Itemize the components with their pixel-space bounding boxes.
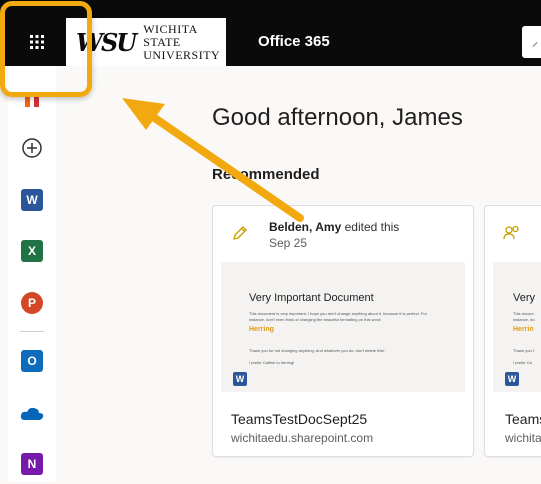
preview-line: instance, don't even think of changing t…	[249, 317, 382, 322]
recommended-card[interactable]: Belden, Amy edited this Sep 25 Very Impo…	[212, 205, 474, 457]
word-icon: W	[21, 189, 43, 211]
rail-outlook[interactable]: O	[8, 341, 56, 381]
rail-excel[interactable]: X	[8, 231, 56, 271]
pencil-icon	[233, 226, 247, 240]
preview-highlight-word: Herring	[249, 326, 274, 333]
logo-line-1: WICHITA STATE	[143, 21, 198, 49]
create-icon	[22, 138, 42, 158]
powerpoint-icon: P	[21, 292, 43, 314]
rail-word[interactable]: W	[8, 180, 56, 220]
preview-title: Very	[513, 292, 536, 304]
rail-onenote[interactable]: N	[8, 444, 56, 484]
activity-line: Belden, Amy edited this	[269, 220, 399, 234]
author-name: Belden, Amy	[269, 220, 342, 234]
file-name[interactable]: Teams	[505, 411, 541, 427]
outlook-icon: O	[21, 350, 43, 372]
excel-icon: X	[21, 240, 43, 262]
preview-line: This document is very important. I hope …	[249, 311, 427, 316]
preview-line: Thank you f	[513, 348, 534, 353]
recommended-heading: Recommended	[212, 166, 320, 183]
word-file-icon: W	[505, 372, 519, 386]
preview-line: I prefer Ca	[513, 360, 532, 365]
rail-create[interactable]	[8, 128, 56, 168]
people-icon	[503, 225, 519, 240]
document-thumbnail[interactable]: Very Important Document This document is…	[221, 262, 465, 392]
preview-line: Thank you for not changing anything. And…	[249, 348, 385, 353]
preview-title: Very Important Document	[249, 292, 374, 304]
file-name[interactable]: TeamsTestDocSept25	[231, 411, 367, 427]
activity-date: Sep 25	[269, 236, 308, 250]
preview-line: instance, do	[513, 317, 535, 322]
recommended-card[interactable]: Very This docum instance, do Herrin Than…	[484, 205, 541, 457]
file-location: wichitaedu.sharepoint.com	[231, 431, 374, 445]
search-box[interactable]	[522, 26, 541, 58]
rail-onedrive[interactable]	[8, 393, 56, 433]
left-app-rail: W X P O N	[8, 66, 56, 481]
logo-line-2: UNIVERSITY	[143, 47, 221, 62]
onedrive-icon	[20, 407, 44, 420]
word-file-icon: W	[233, 372, 247, 386]
rail-divider	[20, 331, 44, 332]
rail-powerpoint[interactable]: P	[8, 283, 56, 323]
onenote-icon: N	[21, 453, 43, 475]
file-location: wichita	[505, 431, 541, 445]
app-title[interactable]: Office 365	[258, 33, 330, 50]
document-thumbnail[interactable]: Very This docum instance, do Herrin Than…	[493, 262, 541, 392]
preview-highlight-word: Herrin	[513, 326, 534, 333]
preview-line: This docum	[513, 311, 534, 316]
preview-line: I prefer Catfish to herring!	[249, 360, 295, 365]
logo-wordmark: WICHITA STATE UNIVERSITY	[143, 21, 226, 62]
annotation-highlight-box	[0, 1, 92, 97]
activity-action: edited this	[344, 220, 400, 234]
greeting-heading: Good afternoon, James	[212, 104, 463, 131]
